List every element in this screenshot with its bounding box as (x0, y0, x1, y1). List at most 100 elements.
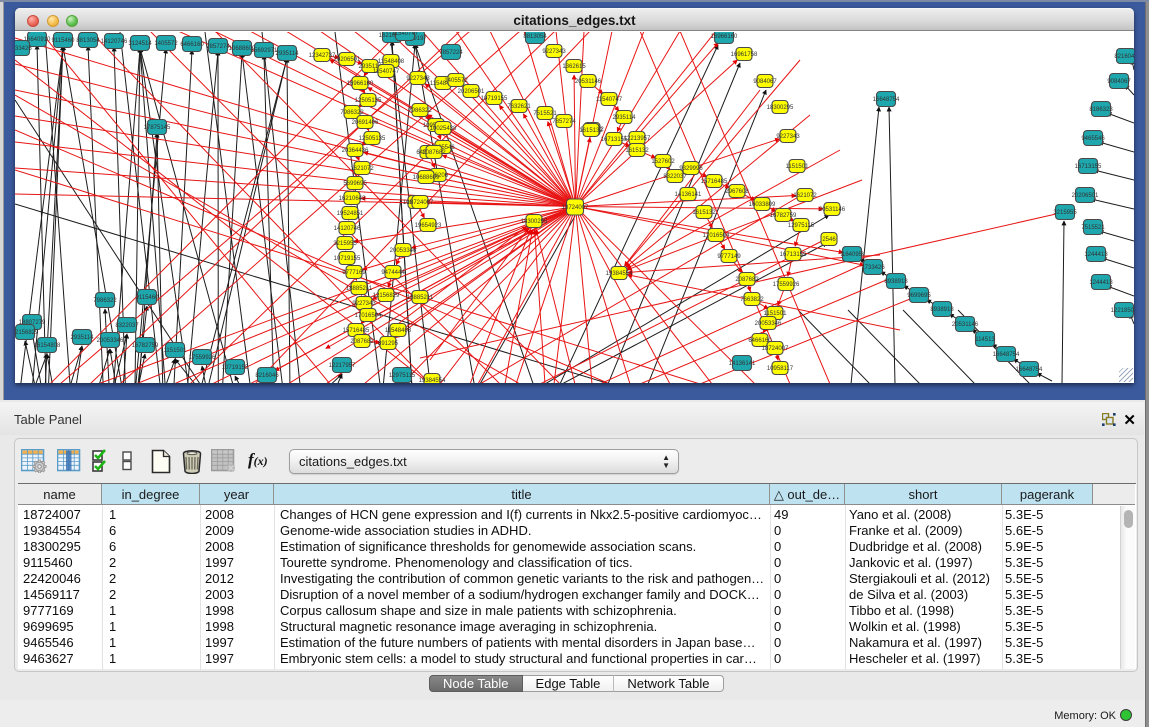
svg-text:9465546: 9465546 (1081, 136, 1105, 142)
svg-text:16961758: 16961758 (731, 52, 758, 58)
svg-text:10025438: 10025438 (430, 126, 457, 132)
svg-text:8938918: 8938918 (930, 307, 954, 313)
svg-text:10719155: 10719155 (481, 96, 508, 102)
svg-text:17559926: 17559926 (773, 282, 800, 288)
svg-text:8216046: 8216046 (255, 373, 279, 379)
svg-text:9084067: 9084067 (753, 79, 777, 85)
svg-text:1615132: 1615132 (579, 128, 603, 134)
svg-text:18724007: 18724007 (562, 205, 589, 211)
svg-text:9115460: 9115460 (136, 295, 160, 301)
svg-text:1244413: 1244413 (1084, 252, 1108, 258)
svg-text:10688609: 10688609 (413, 175, 440, 181)
svg-text:1615132: 1615132 (692, 210, 716, 216)
svg-text:12213957: 12213957 (624, 136, 651, 142)
svg-text:9084067: 9084067 (1107, 79, 1131, 85)
svg-text:17016504: 17016504 (703, 233, 730, 239)
svg-text:891295: 891295 (378, 341, 399, 347)
svg-text:7857274: 7857274 (206, 44, 230, 50)
svg-text:12505135: 12505135 (359, 136, 386, 142)
svg-text:2935114: 2935114 (71, 335, 95, 341)
svg-text:16713155: 16713155 (1075, 164, 1102, 170)
svg-text:7515521: 7515521 (1081, 225, 1105, 231)
svg-text:1405572: 1405572 (444, 78, 468, 84)
svg-text:16210643: 16210643 (339, 196, 366, 202)
svg-text:8813054: 8813054 (76, 38, 100, 44)
svg-text:10719155: 10719155 (334, 256, 361, 262)
svg-text:11548408: 11548408 (385, 328, 412, 334)
svg-text:14136141: 14136141 (729, 361, 756, 367)
svg-text:20531146: 20531146 (952, 322, 979, 328)
svg-text:3215955: 3215955 (1053, 210, 1077, 216)
svg-text:164095: 164095 (842, 252, 863, 258)
svg-text:1733426: 1733426 (861, 265, 885, 271)
svg-text:20053346: 20053346 (755, 321, 782, 327)
svg-text:12505135: 12505135 (355, 98, 382, 104)
svg-text:2087682: 2087682 (735, 277, 759, 283)
svg-text:16966160: 16966160 (711, 34, 738, 40)
svg-text:12156829: 12156829 (15, 330, 39, 336)
svg-text:19654923: 19654923 (415, 223, 442, 229)
svg-text:1733426: 1733426 (15, 46, 32, 52)
svg-text:11540747: 11540747 (373, 69, 400, 75)
svg-text:15716485: 15716485 (343, 328, 370, 334)
svg-text:20531146: 20531146 (575, 79, 602, 85)
svg-text:14120746: 14120746 (334, 226, 361, 232)
svg-text:20531146: 20531146 (819, 207, 846, 213)
svg-text:1244413: 1244413 (1089, 280, 1113, 286)
svg-text:16782759: 16782759 (770, 213, 797, 219)
svg-text:15716485: 15716485 (701, 179, 728, 185)
svg-text:20053346: 20053346 (97, 338, 124, 344)
svg-text:16648754: 16648754 (1016, 367, 1043, 373)
svg-text:11540747: 11540747 (596, 97, 623, 103)
svg-text:2967608: 2967608 (725, 189, 749, 195)
svg-text:9227343: 9227343 (406, 76, 430, 82)
svg-text:2546: 2546 (822, 237, 836, 243)
svg-text:7632621: 7632621 (507, 104, 531, 110)
svg-text:2087682: 2087682 (422, 150, 446, 156)
svg-text:114513: 114513 (975, 337, 995, 343)
svg-text:18724007: 18724007 (762, 346, 789, 352)
svg-text:9777169: 9777169 (342, 270, 366, 276)
svg-text:3215955: 3215955 (333, 241, 357, 247)
svg-text:20206501: 20206501 (1072, 193, 1099, 199)
svg-text:12342737: 12342737 (309, 53, 336, 59)
svg-text:16033809: 16033809 (749, 202, 776, 208)
svg-text:8216046: 8216046 (1114, 54, 1134, 60)
svg-text:8938918: 8938918 (884, 279, 908, 285)
svg-text:1527602: 1527602 (651, 159, 675, 165)
svg-text:6466160: 6466160 (180, 42, 204, 48)
svg-text:19384554: 19384554 (419, 378, 446, 383)
svg-text:9699695: 9699695 (907, 293, 931, 299)
svg-text:18300295: 18300295 (767, 105, 794, 111)
svg-text:16154808: 16154808 (34, 343, 61, 349)
svg-text:9777149: 9777149 (717, 254, 741, 260)
svg-text:16966160: 16966160 (347, 81, 374, 87)
svg-text:7515521: 7515521 (533, 111, 557, 117)
svg-text:12975115: 12975115 (788, 223, 815, 229)
svg-text:1621072: 1621072 (350, 166, 374, 172)
svg-text:9474444: 9474444 (381, 270, 405, 276)
svg-text:12975115: 12975115 (389, 373, 416, 379)
svg-text:20691406: 20691406 (352, 120, 379, 126)
svg-text:18724007: 18724007 (407, 200, 434, 206)
svg-text:16648754: 16648754 (993, 352, 1020, 358)
svg-text:1405572: 1405572 (154, 41, 178, 47)
svg-text:8322037: 8322037 (663, 174, 687, 180)
svg-text:19384554: 19384554 (606, 271, 633, 277)
svg-text:9115460: 9115460 (52, 38, 76, 44)
svg-text:1151501: 1151501 (786, 164, 810, 170)
svg-text:10719155: 10719155 (222, 365, 249, 371)
svg-text:20206501: 20206501 (458, 89, 485, 95)
svg-text:9227343: 9227343 (776, 134, 800, 140)
svg-text:9227343: 9227343 (542, 49, 566, 55)
svg-text:2087682: 2087682 (350, 339, 374, 345)
svg-text:7986322: 7986322 (408, 108, 432, 114)
svg-text:8813054: 8813054 (523, 34, 547, 40)
svg-text:18885211: 18885211 (346, 286, 373, 292)
svg-text:7857274: 7857274 (552, 119, 576, 125)
svg-text:10958117: 10958117 (767, 366, 794, 372)
svg-text:20206501: 20206501 (334, 57, 361, 63)
svg-text:12217957: 12217957 (329, 363, 356, 369)
svg-text:8322037: 8322037 (115, 323, 139, 329)
svg-text:14136141: 14136141 (675, 192, 702, 198)
